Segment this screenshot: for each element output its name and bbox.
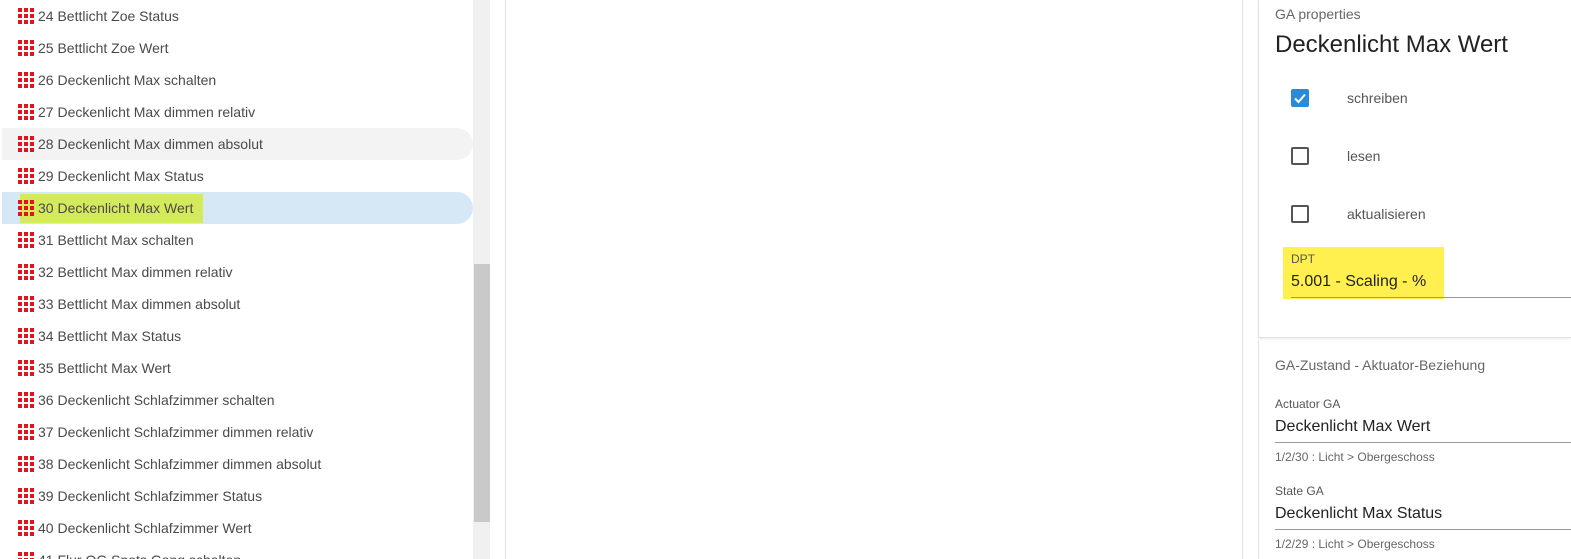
ga-grid-icon (18, 328, 34, 344)
ga-properties-card: GA properties Deckenlicht Max Wert schre… (1258, 0, 1571, 338)
center-panel (505, 0, 1243, 559)
ga-grid-icon (18, 456, 34, 472)
ga-list-item-label: 36 Deckenlicht Schlafzimmer schalten (38, 392, 275, 408)
dpt-value: 5.001 - Scaling - % (1291, 273, 1427, 290)
ga-list-item[interactable]: 29 Deckenlicht Max Status (2, 160, 473, 192)
ga-grid-icon (18, 424, 34, 440)
ga-list-item-label: 38 Deckenlicht Schlafzimmer dimmen absol… (38, 456, 322, 472)
flag-write-checkbox[interactable] (1291, 89, 1309, 107)
ga-grid-icon (18, 360, 34, 376)
ga-list-item[interactable]: 32 Bettlicht Max dimmen relativ (2, 256, 473, 288)
ga-list-item-label: 33 Bettlicht Max dimmen absolut (38, 296, 241, 312)
flag-update-row[interactable]: aktualisieren (1291, 202, 1426, 226)
flag-write-row[interactable]: schreiben (1291, 86, 1408, 110)
actuator-ga-field[interactable]: Deckenlicht Max Wert (1275, 418, 1430, 436)
ga-list-item[interactable]: 26 Deckenlicht Max schalten (2, 64, 473, 96)
dpt-underline (1291, 297, 1571, 298)
flag-update-label: aktualisieren (1347, 206, 1426, 222)
ga-list-item[interactable]: 34 Bettlicht Max Status (2, 320, 473, 352)
relation-title: GA-Zustand - Aktuator-Beziehung (1275, 357, 1486, 373)
ga-list-item[interactable]: 30 Deckenlicht Max Wert (2, 192, 473, 224)
ga-list-item-label: 37 Deckenlicht Schlafzimmer dimmen relat… (38, 424, 314, 440)
ga-grid-icon (18, 520, 34, 536)
ga-list-item[interactable]: 27 Deckenlicht Max dimmen relativ (2, 96, 473, 128)
ga-list-item-label: 32 Bettlicht Max dimmen relativ (38, 264, 233, 280)
ga-grid-icon (18, 8, 34, 24)
ga-list-item-label: 27 Deckenlicht Max dimmen relativ (38, 104, 256, 120)
actuator-ga-label: Actuator GA (1275, 397, 1341, 411)
ga-list-item[interactable]: 38 Deckenlicht Schlafzimmer dimmen absol… (2, 448, 473, 480)
ga-list-item[interactable]: 28 Deckenlicht Max dimmen absolut (2, 128, 473, 160)
ga-grid-icon (18, 264, 34, 280)
dpt-field[interactable]: DPT 5.001 - Scaling - % (1283, 247, 1444, 299)
ga-list-item-label: 41 Flur OG Spots Gang schalten (38, 552, 241, 559)
ga-list-item[interactable]: 37 Deckenlicht Schlafzimmer dimmen relat… (2, 416, 473, 448)
flag-update-checkbox[interactable] (1291, 205, 1309, 223)
ga-list-item-label: 35 Bettlicht Max Wert (38, 360, 171, 376)
ga-list-item[interactable]: 25 Bettlicht Zoe Wert (2, 32, 473, 64)
checkmark-icon (1294, 93, 1306, 104)
ga-grid-icon (18, 296, 34, 312)
ga-list-item[interactable]: 33 Bettlicht Max dimmen absolut (2, 288, 473, 320)
ga-list-item[interactable]: 36 Deckenlicht Schlafzimmer schalten (2, 384, 473, 416)
ga-properties-title: GA properties (1275, 6, 1361, 22)
ga-list-item-label: 24 Bettlicht Zoe Status (38, 8, 179, 24)
ga-list-item[interactable]: 24 Bettlicht Zoe Status (2, 0, 473, 32)
flag-read-checkbox[interactable] (1291, 147, 1309, 165)
flag-read-label: lesen (1347, 148, 1381, 164)
state-ga-label: State GA (1275, 484, 1324, 498)
ga-grid-icon (18, 552, 34, 559)
ga-list-item-label: 28 Deckenlicht Max dimmen absolut (38, 136, 263, 152)
ga-list-item-label: 39 Deckenlicht Schlafzimmer Status (38, 488, 263, 504)
ga-grid-icon (18, 232, 34, 248)
ga-grid-icon (18, 168, 34, 184)
ga-grid-icon (18, 72, 34, 88)
ga-list-item[interactable]: 40 Deckenlicht Schlafzimmer Wert (2, 512, 473, 544)
ga-name-title: Deckenlicht Max Wert (1275, 31, 1508, 58)
actuator-ga-underline (1275, 442, 1571, 443)
ga-list-item-label: 34 Bettlicht Max Status (38, 328, 182, 344)
ga-list-panel: 24 Bettlicht Zoe Status 25 Bettlicht Zoe … (0, 0, 473, 559)
ga-list-item-label: 40 Deckenlicht Schlafzimmer Wert (38, 520, 252, 536)
ga-list-item[interactable]: 41 Flur OG Spots Gang schalten (2, 544, 473, 559)
ga-list-item[interactable]: 31 Bettlicht Max schalten (2, 224, 473, 256)
flag-read-row[interactable]: lesen (1291, 144, 1380, 168)
flag-write-label: schreiben (1347, 90, 1408, 106)
ga-list-item-label: 30 Deckenlicht Max Wert (20, 193, 204, 223)
state-ga-hint: 1/2/29 : Licht > Obergeschoss (1275, 537, 1435, 551)
ga-grid-icon (18, 104, 34, 120)
ga-list-item-label: 26 Deckenlicht Max schalten (38, 72, 217, 88)
ga-list-item-label: 31 Bettlicht Max schalten (38, 232, 194, 248)
ga-grid-icon (18, 200, 34, 216)
ga-grid-icon (18, 392, 34, 408)
dpt-label: DPT (1291, 252, 1315, 266)
scrollbar-thumb[interactable] (474, 264, 490, 522)
ga-grid-icon (18, 40, 34, 56)
ga-list-item[interactable]: 39 Deckenlicht Schlafzimmer Status (2, 480, 473, 512)
ga-list-scrollbar[interactable] (473, 0, 490, 559)
ga-grid-icon (18, 136, 34, 152)
ga-list-item-label: 29 Deckenlicht Max Status (38, 168, 204, 184)
ga-list-item[interactable]: 35 Bettlicht Max Wert (2, 352, 473, 384)
right-panel: GA properties Deckenlicht Max Wert schre… (1258, 0, 1571, 559)
ga-list-item-label: 25 Bettlicht Zoe Wert (38, 40, 169, 56)
ga-relation-card: GA-Zustand - Aktuator-Beziehung Actuator… (1258, 340, 1571, 559)
ga-grid-icon (18, 488, 34, 504)
actuator-ga-hint: 1/2/30 : Licht > Obergeschoss (1275, 450, 1435, 464)
state-ga-underline (1275, 529, 1571, 530)
state-ga-field[interactable]: Deckenlicht Max Status (1275, 505, 1442, 523)
